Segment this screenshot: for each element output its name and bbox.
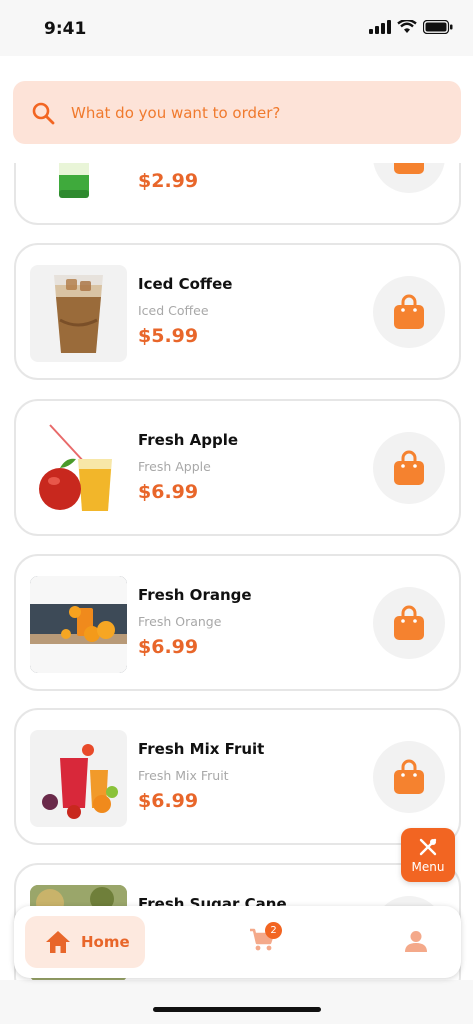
product-subtitle: Fresh Apple	[138, 459, 211, 474]
product-image	[30, 265, 127, 362]
battery-icon	[423, 20, 453, 34]
nav-home-tab[interactable]: Home	[25, 916, 145, 968]
nav-home-label: Home	[81, 933, 130, 951]
add-to-bag-button[interactable]	[373, 432, 445, 504]
product-name: Fresh Orange	[138, 586, 252, 604]
ginger-ale-can-image	[59, 163, 89, 198]
menu-button-label: Menu	[411, 859, 445, 874]
product-image	[30, 730, 127, 827]
add-to-bag-button[interactable]	[373, 163, 445, 193]
product-name: Iced Coffee	[138, 275, 233, 293]
status-icons	[369, 20, 453, 34]
product-price: $6.99	[138, 790, 199, 812]
product-card[interactable]: Iced Coffee Iced Coffee $5.99	[14, 243, 461, 380]
product-price: $2.99	[138, 170, 199, 192]
wifi-icon	[397, 20, 417, 33]
signal-icon	[369, 20, 391, 34]
search-icon	[32, 102, 55, 124]
mix-fruit-juice-image	[42, 744, 118, 819]
product-name: Fresh Mix Fruit	[138, 740, 265, 758]
bottom-nav: Home 2	[14, 906, 461, 978]
product-price: $6.99	[138, 481, 199, 503]
fork-knife-icon	[419, 838, 437, 855]
orange-juice-image	[30, 576, 127, 673]
profile-icon	[405, 931, 427, 952]
product-subtitle: Fresh Mix Fruit	[138, 768, 229, 783]
product-image	[30, 421, 127, 518]
status-bar: 9:41	[0, 0, 473, 56]
product-image	[30, 576, 127, 673]
add-to-bag-button[interactable]	[373, 741, 445, 813]
product-price: $6.99	[138, 636, 199, 658]
product-name: Fresh Apple	[138, 431, 239, 449]
shopping-bag-icon	[394, 450, 424, 485]
iced-coffee-image	[54, 275, 103, 353]
add-to-bag-button[interactable]	[373, 276, 445, 348]
status-time: 9:41	[44, 19, 87, 39]
shopping-bag-icon	[394, 294, 424, 329]
nav-cart-tab[interactable]: 2	[249, 922, 282, 956]
menu-button[interactable]: Menu	[401, 828, 455, 882]
product-image	[30, 163, 127, 207]
product-price: $5.99	[138, 325, 199, 347]
shopping-bag-icon	[394, 759, 424, 794]
search-input[interactable]: What do you want to order?	[71, 104, 280, 122]
nav-profile-tab[interactable]	[405, 930, 427, 956]
product-subtitle: Fresh Orange	[138, 614, 222, 629]
cart-count-badge: 2	[265, 922, 282, 939]
shopping-bag-icon	[394, 605, 424, 640]
home-icon	[46, 931, 70, 953]
product-card[interactable]: Fresh Apple Fresh Apple $6.99	[14, 399, 461, 536]
product-subtitle: Iced Coffee	[138, 303, 209, 318]
search-bar[interactable]: What do you want to order?	[13, 81, 461, 144]
product-card[interactable]: $2.99	[14, 163, 461, 225]
product-card[interactable]: Fresh Mix Fruit Fresh Mix Fruit $6.99	[14, 708, 461, 845]
product-card[interactable]: Fresh Orange Fresh Orange $6.99	[14, 554, 461, 691]
apple-juice-image	[39, 424, 112, 511]
shopping-bag-icon	[394, 163, 424, 174]
add-to-bag-button[interactable]	[373, 587, 445, 659]
home-indicator	[153, 1007, 321, 1012]
